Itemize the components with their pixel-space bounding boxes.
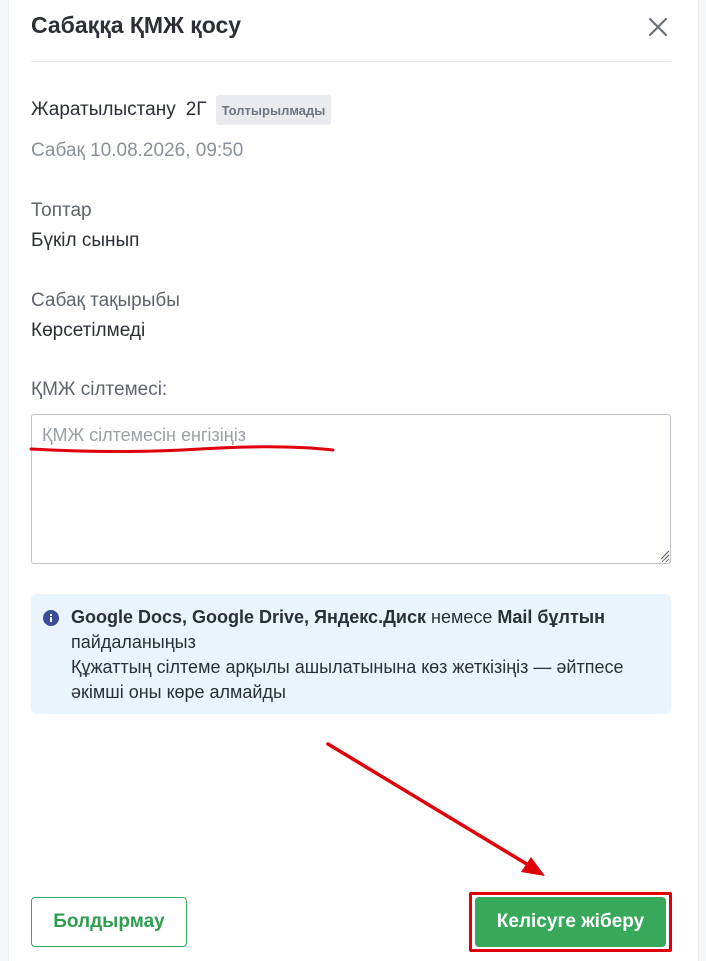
cancel-button[interactable]: Болдырмау <box>31 897 187 947</box>
topic-value: Көрсетілмеді <box>31 320 146 341</box>
background-left-edge <box>0 0 9 961</box>
topic-label: Сабақ тақырыбы <box>31 290 180 311</box>
lesson-date: Сабақ 10.08.2026, 09:50 <box>31 140 244 161</box>
info-services: Google Docs, Google Drive, Яндекс.Диск <box>71 607 426 627</box>
lesson-plan-link-input[interactable] <box>31 414 671 564</box>
info-notice: Google Docs, Google Drive, Яндекс.Диск н… <box>31 594 671 714</box>
lesson-subject: Жаратылыстану <box>31 99 176 120</box>
groups-label: Топтар <box>31 200 92 221</box>
status-badge: Толтырылмады <box>215 95 332 125</box>
close-icon[interactable] <box>645 14 671 40</box>
groups-value: Бүкіл сынып <box>31 230 140 251</box>
info-text: Google Docs, Google Drive, Яндекс.Диск н… <box>71 605 661 705</box>
info-icon <box>43 610 59 626</box>
lesson-subject-row: Жаратылыстану 2Г Толтырылмады <box>31 95 332 125</box>
add-lesson-plan-modal: Сабаққа ҚМЖ қосу Жаратылыстану 2Г Толтыр… <box>10 0 697 961</box>
lesson-grade: 2Г <box>185 99 207 120</box>
link-field-label: ҚМЖ сілтемесі: <box>31 379 168 400</box>
modal-header: Сабаққа ҚМЖ қосу <box>31 0 671 62</box>
submit-for-approval-button[interactable]: Келісуге жіберу <box>475 897 666 947</box>
background-right-edge <box>698 0 706 961</box>
info-mail-cloud: Mail бұлтын <box>497 607 606 627</box>
info-line-2: Құжаттың сілтеме арқылы ашылатынына көз … <box>71 657 624 702</box>
info-use: пайдаланыңыз <box>71 632 196 652</box>
info-or: немесе <box>431 607 493 627</box>
modal-title: Сабаққа ҚМЖ қосу <box>31 12 242 38</box>
